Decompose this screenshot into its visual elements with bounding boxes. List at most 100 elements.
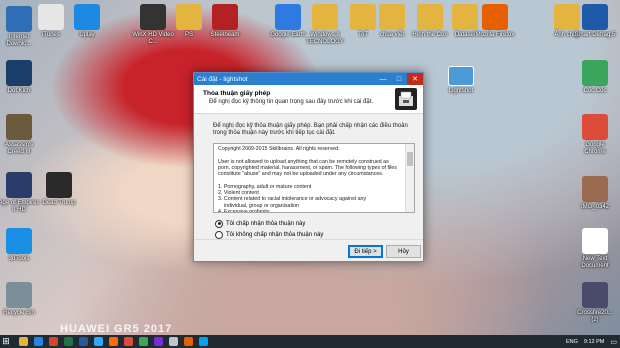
- desktop-icon-top-5[interactable]: Google Earth: [267, 4, 309, 39]
- license-scrollbar[interactable]: [405, 144, 414, 212]
- desktop-icon-label: chua viết: [379, 32, 404, 38]
- taskbar-app-icon[interactable]: [109, 337, 118, 346]
- decline-option[interactable]: Tôi không chấp nhận thỏa thuận này: [215, 230, 423, 239]
- desktop-icon-lightshot[interactable]: Lightshot: [440, 66, 482, 95]
- desktop-icon-top-4[interactable]: Steelbeam: [204, 4, 246, 39]
- taskbar-app-icon[interactable]: [199, 337, 208, 346]
- desktop-icon-label: Windows 8 TECNOLOGY: [306, 32, 344, 45]
- desktop-icon-right-0[interactable]: Smart Defrag 5: [574, 4, 616, 39]
- desktop-icon-right-1[interactable]: Cốc Cốc: [574, 60, 616, 95]
- license-textbox[interactable]: Copyright 2009-2015 Skillbrains. All rig…: [213, 143, 415, 213]
- desktop-icon-top-8-icon: [379, 4, 405, 30]
- desktop-icon-label: Assassin's Creed III: [4, 142, 34, 155]
- desktop-icon-label: Age of Empires II HD: [0, 200, 40, 213]
- desktop-icon-label: New Text Document: [581, 256, 609, 269]
- taskbar-app-icon[interactable]: [124, 337, 133, 346]
- decline-radio[interactable]: [215, 230, 223, 239]
- lightshot-icon: [448, 66, 474, 86]
- desktop-icon-right-2-icon: [582, 114, 608, 140]
- desktop-icon-label: Recycle Bin: [3, 310, 35, 316]
- system-tray: ENG 9:12 PM ▭: [563, 335, 620, 348]
- desktop-icon-top-0-icon: [38, 4, 64, 30]
- desktop-icon-label: Crossfire20... (2): [577, 310, 613, 323]
- decline-label: Tôi không chấp nhận thỏa thuận này: [226, 231, 324, 238]
- dead-trump-icon: [46, 172, 72, 198]
- taskbar-app-icon[interactable]: [19, 337, 28, 346]
- desktop-icon-label: 3uTools: [8, 256, 30, 262]
- minimize-button[interactable]: —: [375, 73, 391, 85]
- accept-option[interactable]: Tôi chấp nhận thỏa thuận này: [215, 219, 423, 228]
- desktop-icon-label: Google Chrome: [584, 142, 606, 155]
- desktop-icon-right-4[interactable]: New Text Document: [574, 228, 616, 270]
- huawei-watermark: HUAWEI GR5 2017: [60, 323, 173, 335]
- scrollbar-thumb[interactable]: [407, 152, 413, 166]
- desktop-icon-left-1[interactable]: Dot Kich: [0, 60, 40, 95]
- wizard-header: Thỏa thuận giấy phép Để nghị đọc kỹ thôn…: [194, 85, 423, 114]
- desktop-icon-dead-trump[interactable]: Dead Trump: [38, 172, 80, 207]
- desktop-icon-left-3-icon: [6, 172, 32, 198]
- cancel-button[interactable]: Hủy: [386, 245, 421, 258]
- desktop-icon-top-5-icon: [275, 4, 301, 30]
- clock[interactable]: 9:12 PM: [584, 339, 604, 345]
- maximize-button[interactable]: □: [391, 73, 407, 85]
- taskbar: ⊞ ENG 9:12 PM ▭: [0, 335, 620, 348]
- taskbar-app-icon[interactable]: [139, 337, 148, 346]
- desktop-icon-label: Uplay: [79, 32, 95, 38]
- desktop-icon-left-1-icon: [6, 60, 32, 86]
- desktop-icon-right-5[interactable]: Crossfire20... (2): [574, 282, 616, 324]
- taskbar-app-icon[interactable]: [64, 337, 73, 346]
- desktop-icon-label: Steelbeam: [210, 32, 240, 38]
- desktop-icon-top-9-icon: [417, 4, 443, 30]
- license-instructions: Để nghị đọc kỹ thỏa thuận giấy phép. Bạn…: [213, 123, 408, 136]
- notification-icon[interactable]: ▭: [610, 338, 617, 346]
- windows-icon[interactable]: ⊞: [0, 335, 12, 348]
- desktop-icon-label: Google Earth: [270, 32, 306, 38]
- desktop-icon-top-6-icon: [312, 4, 338, 30]
- desktop-icon-left-2-icon: [6, 114, 32, 140]
- desktop-icon-right-0-icon: [582, 4, 608, 30]
- desktop-icon-label: IMG_0342: [580, 204, 610, 210]
- installer-window: Cài đặt - lightshot — □ ✕ Thỏa thuận giấ…: [193, 72, 424, 262]
- close-button[interactable]: ✕: [407, 73, 423, 85]
- desktop-icon-top-3-icon: [176, 4, 202, 30]
- wizard-page-title: Thỏa thuận giấy phép: [203, 90, 271, 97]
- desktop-icon-right-3[interactable]: IMG_0342: [574, 176, 616, 211]
- desktop-icon-label: Lightshot: [448, 88, 474, 94]
- desktop-icon-top-6[interactable]: Windows 8 TECNOLOGY: [304, 4, 346, 46]
- window-titlebar[interactable]: Cài đặt - lightshot — □ ✕: [194, 73, 423, 85]
- desktop-icon-left-5-icon: [6, 282, 32, 308]
- desktop-icon-label: Smart Defrag 5: [574, 32, 616, 38]
- language-indicator[interactable]: ENG: [566, 339, 578, 345]
- desktop-icon-top-1[interactable]: Uplay: [66, 4, 108, 39]
- desktop-icon-left-4[interactable]: 3uTools: [0, 228, 40, 263]
- license-text: Copyright 2009-2015 Skillbrains. All rig…: [218, 146, 397, 213]
- taskbar-app-icon[interactable]: [79, 337, 88, 346]
- taskbar-app-icon[interactable]: [49, 337, 58, 346]
- desktop-icon-right-2[interactable]: Google Chrome: [574, 114, 616, 156]
- taskbar-app-icon[interactable]: [169, 337, 178, 346]
- desktop-icon-right-1-icon: [582, 60, 608, 86]
- desktop-icon-left-0-icon: [6, 6, 32, 32]
- desktop-icon-top-11[interactable]: Mozilla Firefox: [474, 4, 516, 39]
- next-button[interactable]: Đi tiếp >: [348, 245, 383, 258]
- taskbar-app-icon[interactable]: [94, 337, 103, 346]
- desktop-icon-left-4-icon: [6, 228, 32, 254]
- desktop-icon-top-4-icon: [212, 4, 238, 30]
- desktop-icon-label: Mozilla Firefox: [475, 32, 515, 38]
- wizard-footer: Đi tiếp > Hủy: [194, 239, 423, 261]
- desktop-icon-top-1-icon: [74, 4, 100, 30]
- desktop-icon-left-5[interactable]: Recycle Bin: [0, 282, 40, 317]
- desktop-icon-label: Cốc Cốc: [583, 88, 607, 94]
- accept-label: Tôi chấp nhận thỏa thuận này: [226, 220, 306, 227]
- desktop-icon-right-4-icon: [582, 228, 608, 254]
- desktop-icon-left-2[interactable]: Assassin's Creed III: [0, 114, 40, 156]
- desktop-icon-top-8[interactable]: chua viết: [371, 4, 413, 39]
- desktop-icon-right-3-icon: [582, 176, 608, 202]
- taskbar-app-icon[interactable]: [184, 337, 193, 346]
- taskbar-app-icon[interactable]: [34, 337, 43, 346]
- window-title: Cài đặt - lightshot: [197, 75, 248, 83]
- wizard-page-subtitle: Để nghị đọc kỹ thông tin quan trọng sau …: [209, 99, 374, 105]
- taskbar-app-icon[interactable]: [154, 337, 163, 346]
- desktop-icon-left-3[interactable]: Age of Empires II HD: [0, 172, 40, 214]
- accept-radio[interactable]: [215, 219, 223, 228]
